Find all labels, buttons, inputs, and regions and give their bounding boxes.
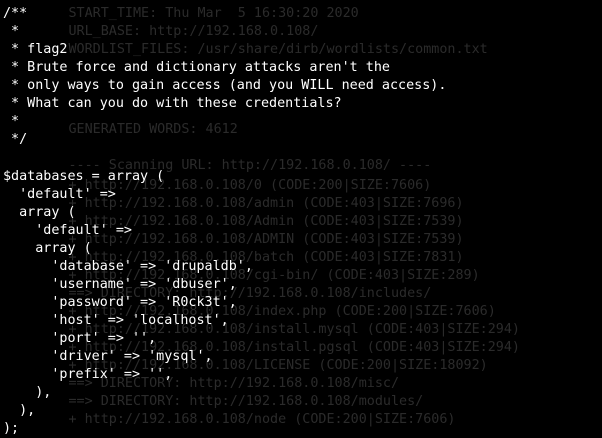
code-line: 'database' => 'drupaldb',	[3, 259, 253, 274]
code-line: /**	[3, 6, 28, 21]
code-line: *	[3, 24, 20, 39]
foreground-settings-file: /** * * flag2 * Brute force and dictiona…	[0, 0, 602, 436]
code-line: 'default' =>	[3, 187, 116, 202]
code-line: *	[3, 114, 20, 129]
code-line: */	[3, 132, 28, 147]
code-line: 'port' => '',	[3, 331, 157, 346]
code-line: 'default' =>	[3, 223, 132, 238]
code-line: $databases = array (	[3, 169, 165, 184]
code-line: * only ways to gain access (and you WILL…	[3, 78, 447, 93]
code-line: array (	[3, 241, 92, 256]
code-line: 'username' => 'dbuser',	[3, 277, 237, 292]
code-line: 'host' => 'localhost',	[3, 313, 229, 328]
code-line: 'password' => 'R0ck3t',	[3, 295, 237, 310]
code-line: );	[3, 421, 20, 436]
code-line: * What can you do with these credentials…	[3, 96, 342, 111]
code-line: * Brute force and dictionary attacks are…	[3, 60, 390, 75]
code-line: * flag2	[3, 42, 68, 57]
code-line: 'prefix' => '',	[3, 367, 173, 382]
code-line: 'driver' => 'mysql',	[3, 349, 213, 364]
code-line: array (	[3, 205, 76, 220]
code-line: ),	[3, 403, 36, 418]
code-line: ),	[3, 385, 52, 400]
